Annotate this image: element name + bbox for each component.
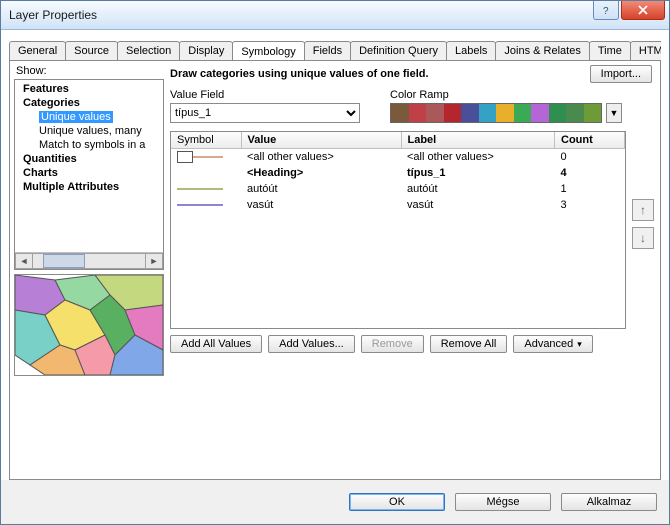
tab-general[interactable]: General	[9, 41, 66, 60]
color-ramp-label: Color Ramp	[390, 89, 622, 101]
symbol-cell[interactable]	[171, 149, 241, 166]
row-order-buttons: ↑ ↓	[632, 199, 654, 249]
value-cell[interactable]: autóút	[241, 181, 401, 197]
scroll-track[interactable]	[33, 253, 145, 269]
count-cell[interactable]: 0	[555, 149, 625, 166]
tree-quantities[interactable]: Quantities	[19, 152, 163, 166]
fields-row: Value Field típus_1 Color Ramp ▼	[170, 89, 656, 123]
tab-strip: GeneralSourceSelectionDisplaySymbologyFi…	[9, 38, 661, 61]
col-symbol[interactable]: Symbol	[171, 132, 241, 149]
titlebar: Layer Properties ?	[1, 1, 669, 30]
move-up-button[interactable]: ↑	[632, 199, 654, 221]
label-cell[interactable]: autóút	[401, 181, 555, 197]
tree-hscrollbar[interactable]: ◄ ►	[15, 252, 163, 269]
instruction-row: Draw categories using unique values of o…	[170, 65, 656, 83]
tab-labels[interactable]: Labels	[446, 41, 496, 60]
advanced-button[interactable]: Advanced ▾	[513, 335, 592, 353]
values-grid[interactable]: Symbol Value Label Count <all other valu…	[170, 131, 626, 329]
value-field-label: Value Field	[170, 89, 360, 101]
scroll-thumb[interactable]	[43, 254, 85, 268]
values-grid-wrap: Symbol Value Label Count <all other valu…	[170, 131, 626, 329]
dialog-footer: OK Mégse Alkalmaz	[1, 480, 669, 524]
value-field-group: Value Field típus_1	[170, 89, 360, 123]
grid-buttons-row: Add All Values Add Values... Remove Remo…	[170, 335, 656, 353]
scroll-left-icon[interactable]: ◄	[15, 253, 33, 269]
arrow-down-icon: ↓	[640, 231, 646, 245]
tab-html-popup[interactable]: HTML Popup	[630, 41, 661, 60]
svg-text:?: ?	[603, 6, 609, 15]
help-button[interactable]: ?	[593, 1, 619, 20]
value-cell[interactable]: vasút	[241, 197, 401, 213]
add-all-values-button[interactable]: Add All Values	[170, 335, 262, 353]
show-tree[interactable]: Features Categories Unique valuesUnique …	[14, 79, 164, 270]
tab-fields[interactable]: Fields	[304, 41, 351, 60]
tab-definition-query[interactable]: Definition Query	[350, 41, 447, 60]
tree-charts[interactable]: Charts	[19, 166, 163, 180]
left-column: Features Categories Unique valuesUnique …	[14, 79, 164, 475]
tree-category-item[interactable]: Unique values, many	[19, 124, 163, 138]
window-title: Layer Properties	[9, 8, 97, 22]
advanced-label: Advanced	[524, 338, 573, 350]
table-row[interactable]: <Heading>típus_14	[171, 165, 625, 181]
tree-multiple[interactable]: Multiple Attributes	[19, 180, 163, 194]
right-panel: Draw categories using unique values of o…	[170, 65, 656, 475]
col-value[interactable]: Value	[241, 132, 401, 149]
scroll-right-icon[interactable]: ►	[145, 253, 163, 269]
ok-button[interactable]: OK	[349, 493, 445, 511]
count-cell[interactable]: 1	[555, 181, 625, 197]
client-area: GeneralSourceSelectionDisplaySymbologyFi…	[1, 30, 669, 480]
tree-categories[interactable]: Categories	[19, 96, 163, 110]
window-controls: ?	[593, 1, 665, 20]
col-label[interactable]: Label	[401, 132, 555, 149]
symbology-preview	[14, 274, 164, 376]
col-count[interactable]: Count	[555, 132, 625, 149]
move-down-button[interactable]: ↓	[632, 227, 654, 249]
tab-time[interactable]: Time	[589, 41, 631, 60]
value-cell[interactable]: <all other values>	[241, 149, 401, 166]
symbol-cell[interactable]	[171, 181, 241, 197]
count-cell[interactable]: 3	[555, 197, 625, 213]
arrow-up-icon: ↑	[640, 203, 646, 217]
table-row[interactable]: vasútvasút3	[171, 197, 625, 213]
instruction-text: Draw categories using unique values of o…	[170, 68, 429, 80]
color-ramp-group: Color Ramp ▼	[390, 89, 622, 123]
import-button[interactable]: Import...	[590, 65, 652, 83]
symbology-pane: Show: Features Categories Unique valuesU…	[9, 61, 661, 480]
tab-selection[interactable]: Selection	[117, 41, 180, 60]
label-cell[interactable]: <all other values>	[401, 149, 555, 166]
remove-button[interactable]: Remove	[361, 335, 424, 353]
label-cell[interactable]: vasút	[401, 197, 555, 213]
tree-category-item[interactable]: Unique values	[19, 110, 163, 124]
apply-button[interactable]: Alkalmaz	[561, 493, 657, 511]
tree-features[interactable]: Features	[19, 82, 163, 96]
tab-source[interactable]: Source	[65, 41, 118, 60]
value-field-combo[interactable]: típus_1	[170, 103, 360, 123]
symbol-cell[interactable]	[171, 165, 241, 181]
table-row[interactable]: autóútautóút1	[171, 181, 625, 197]
add-values-button[interactable]: Add Values...	[268, 335, 355, 353]
color-ramp-dropdown-icon[interactable]: ▼	[606, 103, 622, 123]
table-row[interactable]: <all other values><all other values>0	[171, 149, 625, 166]
remove-all-button[interactable]: Remove All	[430, 335, 508, 353]
tab-display[interactable]: Display	[179, 41, 233, 60]
layer-properties-window: Layer Properties ? GeneralSourceSelectio…	[0, 0, 670, 525]
label-cell[interactable]: típus_1	[401, 165, 555, 181]
count-cell[interactable]: 4	[555, 165, 625, 181]
symbol-cell[interactable]	[171, 197, 241, 213]
close-button[interactable]	[621, 1, 665, 20]
tree-category-item[interactable]: Match to symbols in a	[19, 138, 163, 152]
cancel-button[interactable]: Mégse	[455, 493, 551, 511]
chevron-down-icon: ▾	[577, 339, 582, 349]
tab-symbology[interactable]: Symbology	[232, 41, 304, 61]
preview-map-icon	[15, 275, 163, 375]
color-ramp[interactable]	[390, 103, 602, 123]
value-cell[interactable]: <Heading>	[241, 165, 401, 181]
tab-joins-relates[interactable]: Joins & Relates	[495, 41, 589, 60]
show-label: Show:	[14, 65, 164, 79]
